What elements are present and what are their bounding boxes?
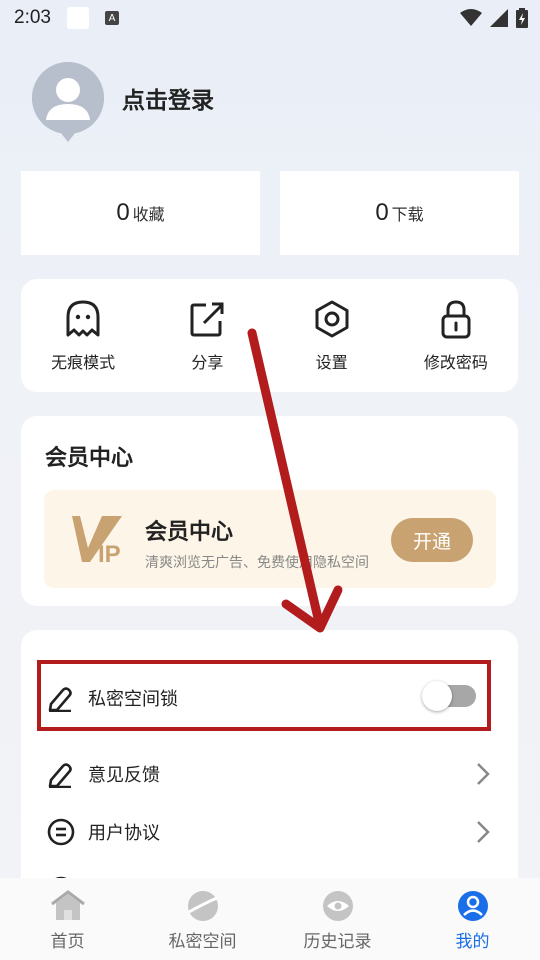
avatar[interactable]	[32, 62, 104, 142]
favorites-label: 收藏	[132, 205, 165, 224]
bottom-nav: 首页 私密空间 历史记录 我的	[0, 878, 540, 960]
nav-history[interactable]: 历史记录	[278, 878, 398, 952]
eye-icon	[322, 891, 353, 921]
tool-change-password[interactable]: 修改密码	[401, 299, 511, 373]
tool-label: 修改密码	[423, 352, 488, 372]
favorites-count: 0	[116, 199, 130, 226]
ghost-icon	[66, 300, 100, 336]
keyboard-a-icon: A	[104, 11, 119, 25]
login-link[interactable]: 点击登录	[122, 81, 214, 115]
list-item-feedback[interactable]: 意见反馈	[21, 746, 518, 802]
chevron-right-icon	[477, 763, 490, 785]
default-avatar-icon	[32, 62, 104, 142]
annotation-highlight-box	[37, 660, 491, 731]
vip-banner-subtitle: 清爽浏览无广告、免费使用隐私空间	[145, 555, 369, 571]
vip-section: 会员中心 IP 会员中心 清爽浏览无广告、免费使用隐私空间 开通	[21, 416, 518, 606]
wifi-icon	[460, 9, 482, 26]
vip-section-title: 会员中心	[45, 446, 134, 471]
status-bar: 2:03 A	[0, 0, 540, 36]
list-label: 用户协议	[88, 823, 160, 844]
downloads-stat[interactable]: 0 下载	[280, 171, 519, 255]
nav-label: 首页	[50, 932, 85, 952]
home-icon	[50, 890, 85, 920]
list-item-user-agreement[interactable]: 用户协议	[21, 804, 518, 860]
tool-label: 设置	[315, 352, 348, 372]
status-time: 2:03	[14, 7, 51, 28]
vip-open-button[interactable]: 开通	[391, 518, 473, 562]
list-label: 意见反馈	[88, 765, 160, 786]
nav-label: 历史记录	[303, 932, 372, 952]
nav-mine[interactable]: 我的	[413, 878, 533, 952]
nav-private-space[interactable]: 私密空间	[143, 878, 263, 952]
vip-banner-title: 会员中心	[145, 520, 234, 545]
nav-label: 我的	[455, 932, 490, 952]
vip-logo-text: IP	[98, 541, 121, 568]
profile-header[interactable]: 点击登录	[32, 62, 214, 142]
nav-home[interactable]: 首页	[8, 878, 128, 952]
planet-icon	[187, 891, 218, 921]
pencil-icon	[48, 763, 72, 788]
tool-incognito[interactable]: 无痕模式	[28, 299, 138, 373]
vip-logo-icon: IP	[72, 516, 122, 568]
document-circle-icon	[47, 818, 75, 846]
nav-label: 私密空间	[168, 932, 237, 952]
notification-icon	[66, 7, 89, 29]
tool-label: 分享	[191, 352, 224, 372]
battery-icon	[516, 8, 528, 28]
vip-banner[interactable]: IP 会员中心 清爽浏览无广告、免费使用隐私空间 开通	[44, 490, 496, 588]
downloads-count: 0	[375, 199, 389, 226]
chevron-right-icon	[477, 821, 490, 843]
tools-card: 无痕模式 分享 设置 修改密码	[21, 279, 518, 392]
favorites-stat[interactable]: 0 收藏	[21, 171, 260, 255]
lock-icon	[441, 299, 471, 338]
tool-label: 无痕模式	[51, 352, 116, 372]
hexagon-settings-icon	[315, 300, 349, 337]
tool-settings[interactable]: 设置	[277, 299, 387, 373]
user-icon	[457, 891, 488, 921]
signal-icon	[490, 9, 508, 27]
downloads-label: 下载	[391, 205, 424, 224]
tool-share[interactable]: 分享	[152, 299, 262, 373]
share-icon	[190, 302, 224, 336]
